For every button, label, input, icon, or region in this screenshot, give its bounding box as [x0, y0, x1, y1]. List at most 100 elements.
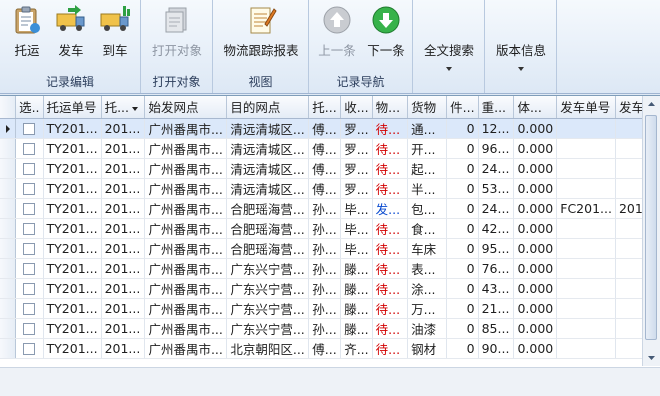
grid-cell[interactable]: 201...: [101, 198, 146, 219]
grid-cell[interactable]: TY201...: [43, 138, 102, 159]
grid-cell[interactable]: 0.000: [513, 238, 558, 259]
grid-cell[interactable]: 53...: [478, 178, 515, 199]
grid-cell[interactable]: 76...: [478, 258, 515, 279]
grid-cell[interactable]: 万...: [407, 298, 448, 319]
row-indicator[interactable]: [0, 118, 17, 139]
grid-cell[interactable]: TY201...: [43, 258, 102, 279]
grid-cell[interactable]: 广州番禺市...: [144, 298, 228, 319]
row-checkbox[interactable]: [23, 163, 36, 175]
grid-cell[interactable]: 0: [446, 338, 479, 359]
grid-cell[interactable]: 孙...: [308, 258, 342, 279]
grid-cell[interactable]: TY201...: [43, 278, 102, 299]
grid-cell[interactable]: 0.000: [513, 298, 558, 319]
grid-cell[interactable]: 孙...: [308, 278, 342, 299]
grid-cell[interactable]: 201...: [101, 138, 146, 159]
grid-cell[interactable]: 合肥瑶海营...: [226, 238, 310, 259]
table-row[interactable]: TY201... 201... 广州番禺市... 合肥瑶海营... 孙... 毕... 发.…: [0, 198, 660, 219]
grid-cell[interactable]: 毕...: [340, 238, 373, 259]
grid-cell[interactable]: 广东兴宁营...: [226, 318, 310, 339]
grid-cell[interactable]: TY201...: [43, 218, 102, 239]
vertical-scrollbar[interactable]: [642, 96, 660, 366]
grid-cell[interactable]: 201...: [101, 158, 146, 179]
previous-record-button[interactable]: 上一条: [314, 4, 360, 62]
grid-cell[interactable]: TY201...: [43, 298, 102, 319]
grid-cell[interactable]: 12...: [478, 118, 515, 139]
grid-cell[interactable]: 滕...: [340, 298, 373, 319]
column-header-8[interactable]: 货物: [407, 96, 448, 119]
grid-cell[interactable]: 开...: [407, 138, 448, 159]
grid-cell[interactable]: TY201...: [43, 118, 102, 139]
scroll-up-arrow[interactable]: [643, 96, 660, 113]
grid-cell[interactable]: 201...: [101, 278, 146, 299]
table-row[interactable]: TY201... 201... 广州番禺市... 广东兴宁营... 孙... 滕... 待.…: [0, 318, 660, 339]
scroll-down-arrow[interactable]: [643, 349, 660, 366]
grid-cell[interactable]: 涂...: [407, 278, 448, 299]
grid-cell[interactable]: 傅...: [308, 158, 342, 179]
column-header-7[interactable]: 物...: [372, 96, 409, 119]
grid-cell[interactable]: TY201...: [43, 178, 102, 199]
grid-cell[interactable]: 90...: [478, 338, 515, 359]
grid-cell[interactable]: 201...: [101, 318, 146, 339]
grid-cell[interactable]: TY201...: [43, 238, 102, 259]
select-cell[interactable]: [15, 178, 44, 199]
logistics-report-button[interactable]: 物流跟踪报表: [217, 4, 305, 62]
grid-cell[interactable]: 待...: [372, 318, 409, 339]
grid-cell[interactable]: 0: [446, 318, 479, 339]
column-header-12[interactable]: 发车单号: [556, 96, 616, 119]
grid-cell[interactable]: TY201...: [43, 198, 102, 219]
grid-cell[interactable]: [556, 118, 616, 139]
grid-cell[interactable]: 广州番禺市...: [144, 158, 228, 179]
column-header-3[interactable]: 始发网点: [144, 96, 228, 119]
row-indicator[interactable]: [0, 338, 17, 359]
table-row[interactable]: TY201... 201... 广州番禺市... 广东兴宁营... 孙... 滕... 待.…: [0, 298, 660, 319]
grid-cell[interactable]: 毕...: [340, 198, 373, 219]
grid-cell[interactable]: 广东兴宁营...: [226, 298, 310, 319]
grid-cell[interactable]: 滕...: [340, 278, 373, 299]
grid-cell[interactable]: 广州番禺市...: [144, 198, 228, 219]
grid-cell[interactable]: 0: [446, 278, 479, 299]
row-checkbox[interactable]: [23, 323, 36, 335]
grid-cell[interactable]: [556, 158, 616, 179]
grid-cell[interactable]: 清远清城区...: [226, 118, 310, 139]
grid-cell[interactable]: 43...: [478, 278, 515, 299]
grid-cell[interactable]: [556, 218, 616, 239]
grid-cell[interactable]: 0.000: [513, 218, 558, 239]
next-record-button[interactable]: 下一条: [362, 4, 410, 62]
grid-cell[interactable]: [556, 318, 616, 339]
select-cell[interactable]: [15, 198, 44, 219]
row-indicator[interactable]: [0, 218, 17, 239]
select-cell[interactable]: [15, 238, 44, 259]
row-indicator[interactable]: [0, 278, 17, 299]
grid-cell[interactable]: 罗...: [340, 178, 373, 199]
grid-cell[interactable]: 毕...: [340, 218, 373, 239]
row-checkbox[interactable]: [23, 203, 36, 215]
select-cell[interactable]: [15, 298, 44, 319]
grid-cell[interactable]: 清远清城区...: [226, 158, 310, 179]
grid-cell[interactable]: 201...: [101, 178, 146, 199]
version-info-button[interactable]: 版本信息: [489, 40, 553, 71]
grid-cell[interactable]: 北京朝阳区...: [226, 338, 310, 359]
row-checkbox[interactable]: [23, 263, 36, 275]
grid-cell[interactable]: 广东兴宁营...: [226, 258, 310, 279]
table-row[interactable]: TY201... 201... 广州番禺市... 北京朝阳区... 傅... 齐... 待.…: [0, 338, 660, 359]
grid-cell[interactable]: 0.000: [513, 178, 558, 199]
grid-cell[interactable]: 0.000: [513, 258, 558, 279]
grid-cell[interactable]: 85...: [478, 318, 515, 339]
column-header-11[interactable]: 体...: [513, 96, 558, 119]
row-indicator[interactable]: [0, 238, 17, 259]
grid-cell[interactable]: 合肥瑶海营...: [226, 218, 310, 239]
table-row[interactable]: TY201... 201... 广州番禺市... 合肥瑶海营... 孙... 毕... 待.…: [0, 238, 660, 259]
grid-cell[interactable]: 0: [446, 238, 479, 259]
table-row[interactable]: TY201... 201... 广州番禺市... 清远清城区... 傅... 罗... 待.…: [0, 178, 660, 199]
grid-cell[interactable]: 0: [446, 138, 479, 159]
grid-cell[interactable]: 96...: [478, 138, 515, 159]
grid-cell[interactable]: 201...: [101, 118, 146, 139]
select-cell[interactable]: [15, 218, 44, 239]
grid-cell[interactable]: FC201...: [556, 198, 616, 219]
scrollbar-thumb[interactable]: [645, 115, 657, 340]
row-checkbox[interactable]: [23, 183, 36, 195]
table-row[interactable]: TY201... 201... 广州番禺市... 清远清城区... 傅... 罗... 待.…: [0, 118, 660, 139]
fulltext-search-button[interactable]: 全文搜索: [417, 40, 481, 71]
grid-cell[interactable]: 待...: [372, 238, 409, 259]
grid-cell[interactable]: 孙...: [308, 198, 342, 219]
